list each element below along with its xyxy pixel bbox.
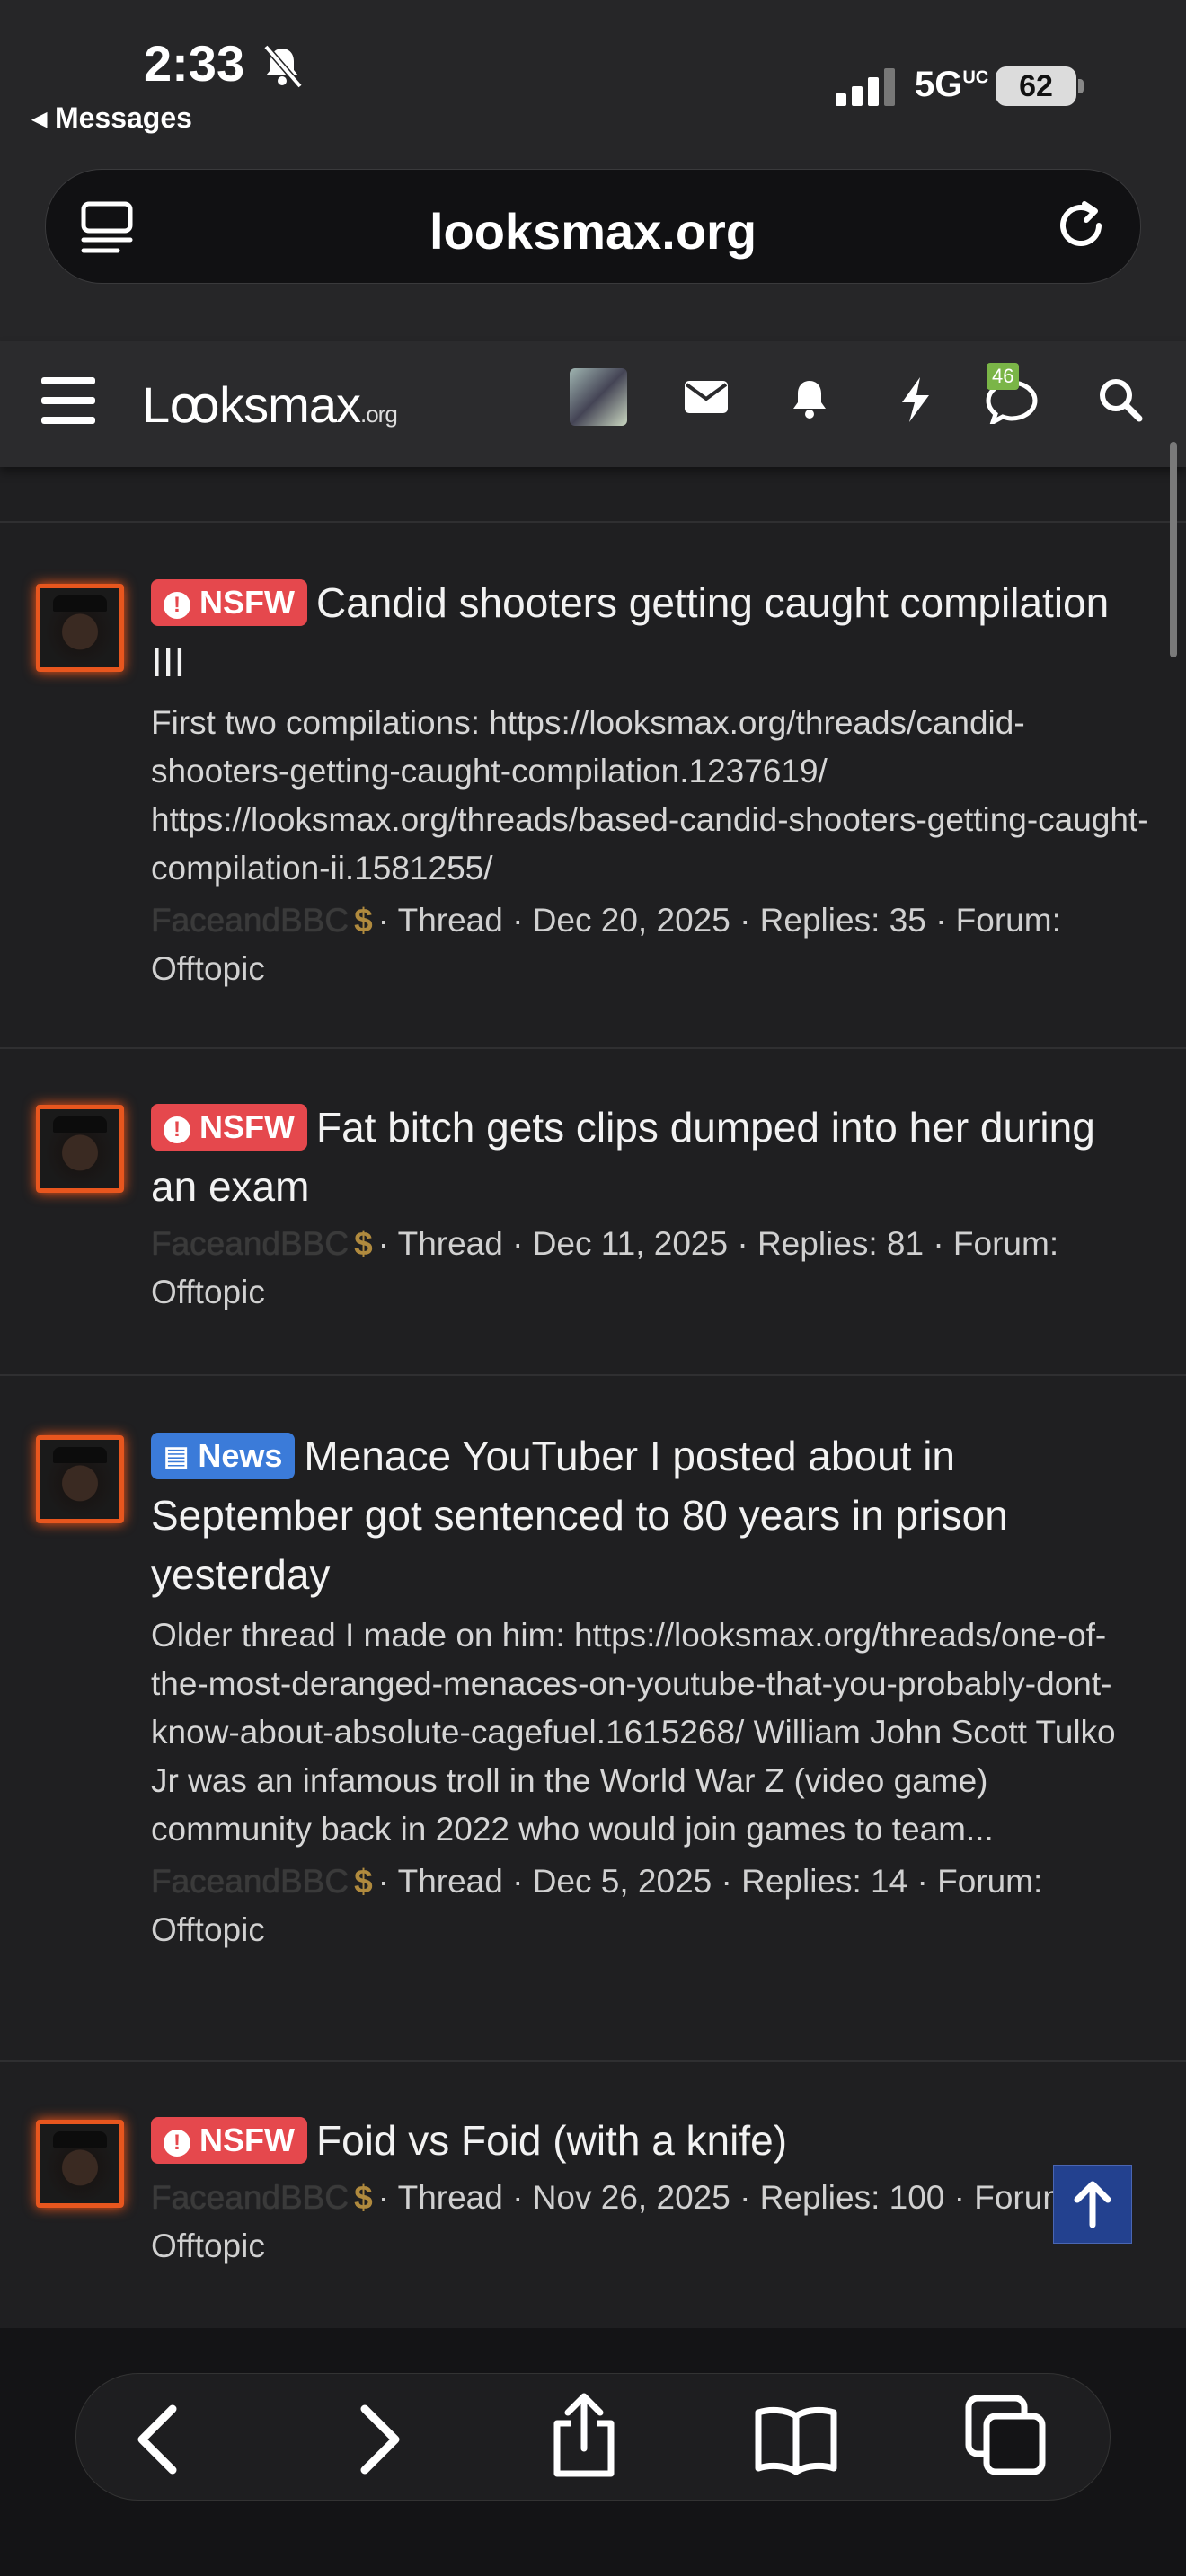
exclamation-icon: ! [164,592,190,619]
browser-address-area: looksmax.org [0,153,1186,341]
author-avatar[interactable] [36,1435,124,1523]
thread-item[interactable]: ! NSFW Foid vs Foid (with a knife) Faceand… [0,2062,1186,2314]
tabs-icon[interactable] [965,2395,1048,2477]
back-label: Messages [54,101,192,134]
exclamation-icon: ! [164,1116,190,1143]
forward-arrow-icon[interactable] [352,2404,406,2475]
thread-meta: FaceandBBC $ · Thread · Nov 26, 2025 · Rep… [151,2174,1150,2271]
dollar-icon: $ [354,1863,373,1900]
network-type: 5GUC [915,65,989,104]
share-icon[interactable] [546,2393,622,2479]
thread-item[interactable]: ! NSFW Candid shooters getting caught comp… [0,523,1186,1047]
bell-icon[interactable] [789,377,830,420]
chat-count-badge: 46 [987,363,1020,390]
thread-title-line[interactable]: ! NSFW Candid shooters getting caught comp… [151,573,1150,692]
silent-bell-icon [263,45,302,88]
clock: 2:33 [144,35,245,92]
envelope-icon[interactable] [683,377,730,417]
thread-item[interactable]: ▤ News Menace YouTuber I posted about in S… [0,1376,1186,2060]
battery-tip [1078,79,1084,93]
exclamation-icon: ! [164,2130,190,2157]
arrow-up-icon [1074,2181,1111,2228]
thread-snippet: First two compilations: https://looksmax… [151,704,1149,887]
news-prefix-badge: ▤ News [151,1433,296,1479]
address-bar[interactable]: looksmax.org [45,169,1141,284]
bookmarks-book-icon[interactable] [753,2404,839,2475]
author-name[interactable]: FaceandBBC [151,2179,349,2216]
back-to-app-link[interactable]: ◂ Messages [32,101,192,135]
thread-meta: FaceandBBC $ · Thread · Dec 11, 2025 · Rep… [151,1220,1150,1317]
lightning-icon[interactable] [898,377,933,422]
newspaper-icon: ▤ [164,1442,190,1471]
dollar-icon: $ [354,2179,373,2216]
thread-title-line[interactable]: ! NSFW Fat bitch gets clips dumped into he… [151,1098,1150,1216]
author-avatar[interactable] [36,584,124,672]
site-header: Lꝏksmax.org 46 [0,341,1186,467]
reload-icon[interactable] [1052,197,1110,254]
hamburger-menu-icon[interactable] [41,375,95,426]
cellular-signal-icon [836,68,895,106]
author-avatar[interactable] [36,1105,124,1193]
nsfw-prefix-badge: ! NSFW [151,1104,307,1151]
thread-title-line[interactable]: ! NSFW Foid vs Foid (with a knife) [151,2111,1150,2170]
back-arrow-icon[interactable] [131,2404,185,2475]
author-name[interactable]: FaceandBBC [151,1225,349,1262]
nsfw-prefix-badge: ! NSFW [151,2117,307,2164]
thread-meta: FaceandBBC $ · Thread · Dec 20, 2025 · Rep… [151,896,1150,993]
user-avatar[interactable] [570,368,627,426]
page-scrollbar[interactable] [1170,442,1177,657]
dollar-icon: $ [354,1225,373,1262]
thread-item[interactable]: ! NSFW Fat bitch gets clips dumped into he… [0,1049,1186,1374]
browser-toolbar [0,2328,1186,2576]
url-text: looksmax.org [429,203,757,260]
author-name[interactable]: FaceandBBC [151,902,349,939]
dollar-icon: $ [354,902,373,939]
nsfw-prefix-badge: ! NSFW [151,579,307,626]
thread-title[interactable]: Foid vs Foid (with a knife) [316,2117,787,2164]
author-name[interactable]: FaceandBBC [151,1863,349,1900]
thread-title-line[interactable]: ▤ News Menace YouTuber I posted about in S… [151,1426,1150,1604]
thread-meta: FaceandBBC $ · Thread · Dec 5, 2025 · Repl… [151,1857,1150,1954]
scroll-to-top-button[interactable] [1053,2165,1132,2244]
site-logo[interactable]: Lꝏksmax.org [142,375,398,435]
thread-list: ! NSFW Candid shooters getting caught comp… [0,521,1186,2314]
status-bar: 2:33 ◂ Messages 5GUC 62 [0,0,1186,153]
battery-indicator: 62 [996,66,1076,106]
search-icon[interactable] [1098,377,1143,422]
thread-snippet: Older thread I made on him: https://look… [151,1617,1116,1848]
author-avatar[interactable] [36,2120,124,2208]
